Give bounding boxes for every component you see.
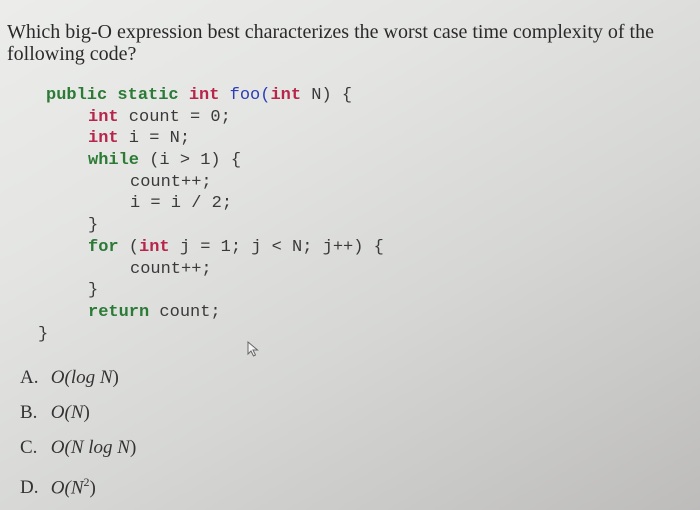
code-line: } [38, 324, 49, 344]
option-b[interactable]: B. O(N) [20, 395, 136, 430]
option-c[interactable]: C. O(N log N) [20, 430, 136, 465]
code-line: } [88, 281, 99, 301]
code-line: } [88, 216, 99, 236]
code-line: int count = 0; [88, 107, 231, 127]
code-line: int i = N; [88, 129, 191, 149]
code-block: public static int foo(int N) { int count … [38, 85, 384, 345]
option-a[interactable]: A. O(log N) [20, 360, 136, 395]
option-d[interactable]: D. O(N2) [20, 465, 136, 500]
mouse-cursor-icon [247, 341, 259, 357]
answer-options: A. O(log N) B. O(N) C. O(N log N) D. O(N… [20, 360, 136, 500]
function-name: foo [229, 86, 261, 105]
code-line: i = i / 2; [130, 194, 233, 214]
code-line: count++; [130, 172, 212, 192]
code-line: while (i > 1) { [88, 151, 242, 171]
code-line-signature: public static int foo(int N) { [46, 86, 353, 105]
code-line: return count; [88, 302, 221, 322]
code-line: count++; [130, 259, 212, 279]
question-text: Which big-O expression best characterize… [7, 21, 654, 65]
code-line: for (int j = 1; j < N; j++) { [88, 237, 384, 257]
